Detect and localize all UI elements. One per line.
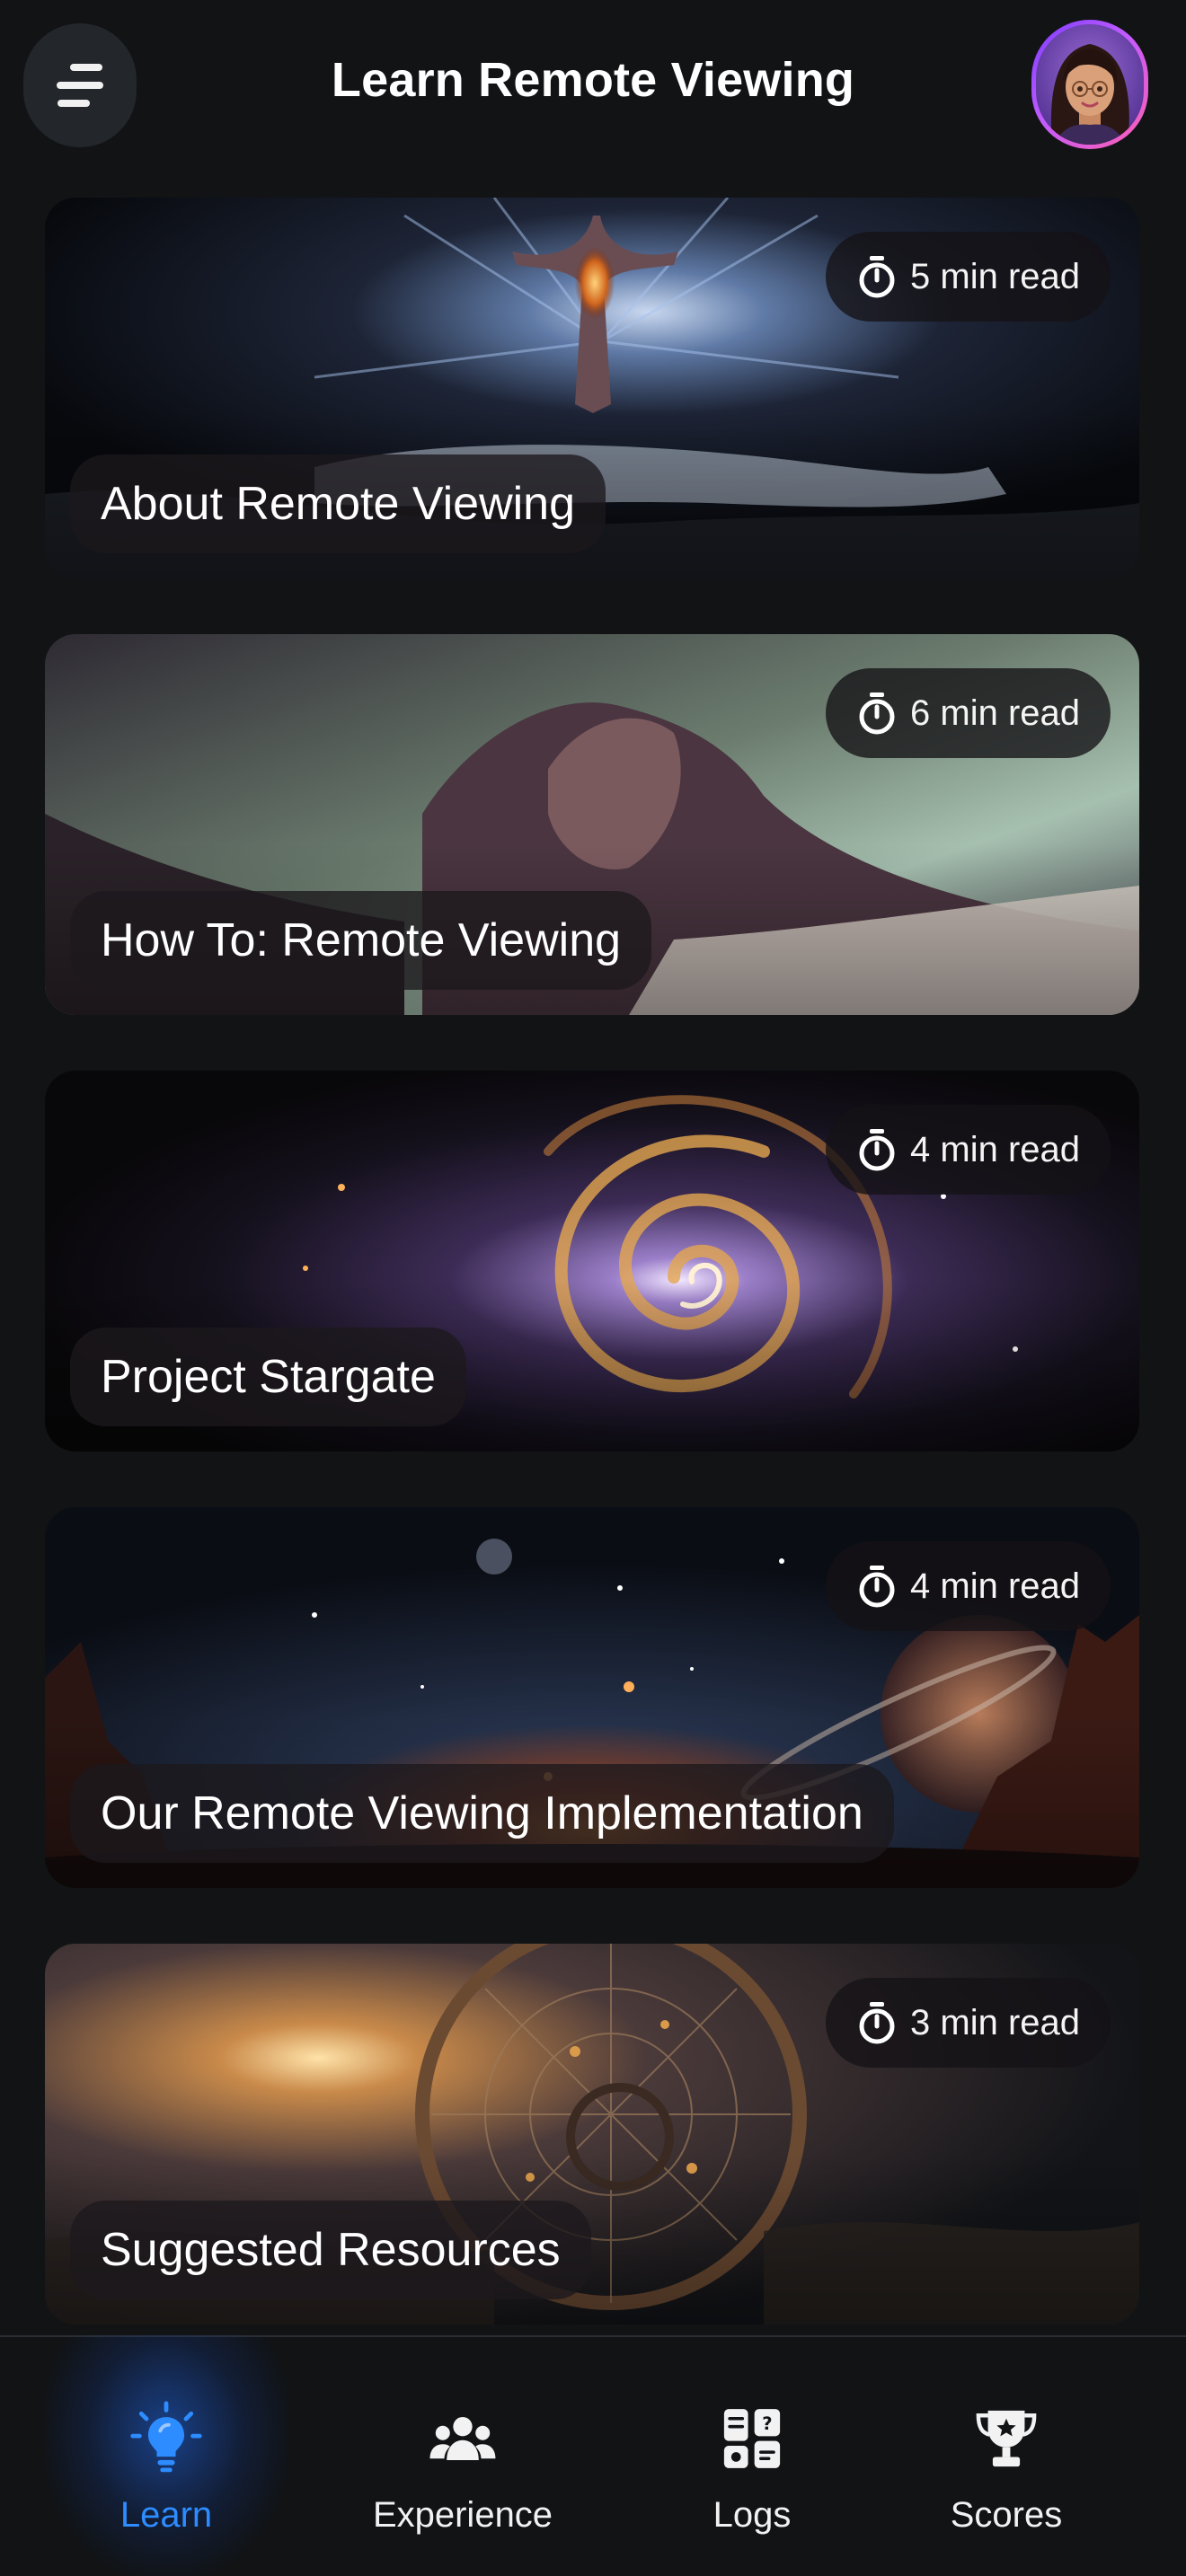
nav-label: Learn [119,2495,213,2535]
read-time-badge: 3 min read [826,1978,1111,2068]
card-title: About Remote Viewing [70,454,606,553]
read-time-text: 3 min read [910,2002,1080,2042]
read-time-text: 6 min read [910,693,1080,733]
read-time-badge: 5 min read [826,232,1111,322]
read-time-badge: 6 min read [826,668,1111,758]
article-card-suggested-resources[interactable]: 3 min read Suggested Resources [45,1944,1139,2325]
nav-item-experience[interactable]: Experience [355,2335,571,2576]
stopwatch-icon [859,693,895,735]
card-title: Project Stargate [70,1328,466,1426]
top-app-bar: Learn Remote Viewing [0,0,1186,171]
avatar[interactable] [1031,20,1148,149]
nav-item-logs[interactable]: ? Logs [680,2335,824,2576]
stopwatch-icon [859,1566,895,1608]
read-time-text: 4 min read [910,1566,1080,1606]
svg-text:?: ? [762,2413,772,2434]
stopwatch-icon [859,256,895,298]
article-card-how-to-remote-viewing[interactable]: 6 min read How To: Remote Viewing [45,634,1139,1015]
trophy-icon [966,2398,1047,2479]
card-title: Our Remote Viewing Implementation [70,1764,894,1863]
stopwatch-icon [859,1129,895,1171]
article-card-our-implementation[interactable]: 4 min read Our Remote Viewing Implementa… [45,1507,1139,1888]
read-time-badge: 4 min read [826,1541,1111,1631]
read-time-badge: 4 min read [826,1105,1111,1195]
nav-label: Experience [372,2495,553,2535]
read-time-text: 5 min read [910,256,1080,296]
card-title: Suggested Resources [70,2201,591,2299]
people-group-icon [422,2398,503,2479]
avatar-image [1036,24,1144,145]
nav-item-learn[interactable]: Learn [85,2335,247,2576]
article-card-about-remote-viewing[interactable]: 5 min read About Remote Viewing [45,198,1139,578]
card-title: How To: Remote Viewing [70,891,652,990]
article-card-project-stargate[interactable]: 4 min read Project Stargate [45,1071,1139,1451]
app-root: Learn Remote Viewing 5 min read About Re… [0,0,1186,2576]
logs-icon: ? [712,2398,792,2479]
nav-label: Logs [712,2495,792,2535]
lightbulb-icon [126,2398,207,2479]
page-title: Learn Remote Viewing [331,53,855,107]
stopwatch-icon [859,2002,895,2044]
read-time-text: 4 min read [910,1129,1080,1169]
nav-item-scores[interactable]: Scores [925,2335,1087,2576]
nav-label: Scores [950,2495,1063,2535]
